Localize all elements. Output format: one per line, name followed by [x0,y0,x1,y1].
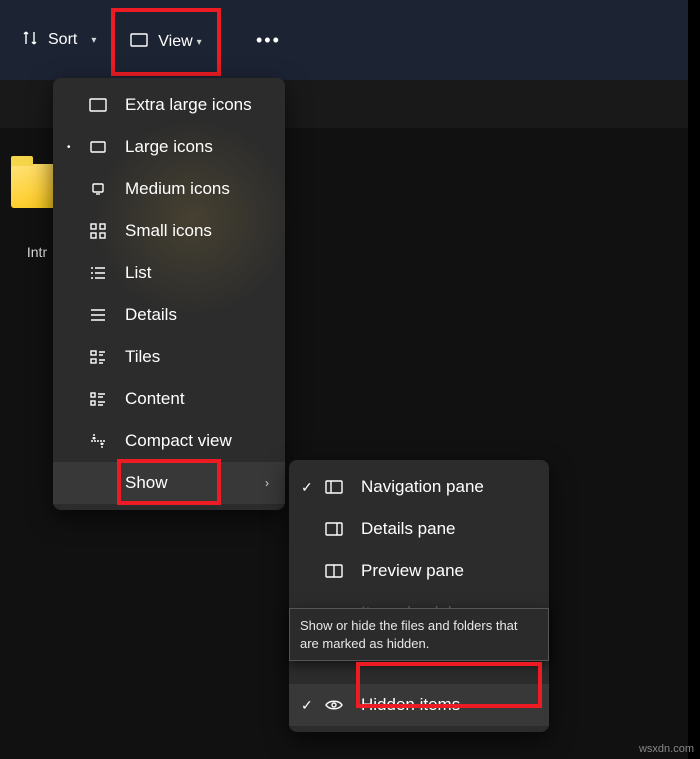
preview-pane-icon [323,564,345,578]
extra-large-icons-icon [87,98,109,112]
menu-label: Details [125,305,177,325]
menu-label: Medium icons [125,179,230,199]
toolbar: Sort ▾ [0,0,688,80]
tooltip-text: Show or hide the files and folders that … [300,618,518,651]
view-label: View [158,33,192,51]
menu-label: Tiles [125,347,160,367]
menu-label: List [125,263,151,283]
menu-item-preview-pane[interactable]: Preview pane [289,550,549,592]
menu-item-show[interactable]: Show › [53,462,285,504]
chevron-down-icon: ▾ [91,35,96,46]
menu-item-details[interactable]: Details [53,294,285,336]
compact-view-icon [87,433,109,449]
medium-icons-icon [87,183,109,195]
menu-label: Content [125,389,185,409]
more-button[interactable]: ••• [248,30,289,51]
sort-label: Sort [48,31,77,49]
menu-label: Extra large icons [125,95,252,115]
view-menu: Extra large icons • Large icons Medium i… [53,78,285,510]
check-icon: ✓ [301,697,313,714]
details-icon [87,308,109,322]
list-icon [87,266,109,280]
view-icon [130,33,148,52]
menu-item-extra-large-icons[interactable]: Extra large icons [53,84,285,126]
menu-item-compact-view[interactable]: Compact view [53,420,285,462]
view-button[interactable]: View ▾ [111,8,221,76]
menu-label: Preview pane [361,561,464,581]
show-submenu: ✓ Navigation pane Details pane Preview p… [289,460,549,732]
submenu-arrow-icon: › [265,476,269,490]
menu-label: Show [125,473,168,493]
details-pane-icon [323,522,345,536]
menu-label: Compact view [125,431,232,451]
small-icons-icon [87,223,109,239]
hidden-items-icon [323,699,345,711]
menu-item-list[interactable]: List [53,252,285,294]
tooltip: Show or hide the files and folders that … [289,608,549,661]
menu-label: Small icons [125,221,212,241]
menu-item-large-icons[interactable]: • Large icons [53,126,285,168]
menu-label: Hidden items [361,695,460,715]
menu-item-medium-icons[interactable]: Medium icons [53,168,285,210]
menu-item-tiles[interactable]: Tiles [53,336,285,378]
check-icon: ✓ [301,479,313,496]
tiles-icon [87,350,109,364]
sort-button[interactable]: Sort ▾ [10,20,108,60]
menu-label: Details pane [361,519,456,539]
menu-label: Large icons [125,137,213,157]
menu-item-content[interactable]: Content [53,378,285,420]
menu-item-details-pane[interactable]: Details pane [289,508,549,550]
selected-indicator-icon: • [67,142,71,153]
menu-label: Navigation pane [361,477,484,497]
content-icon [87,392,109,406]
menu-item-navigation-pane[interactable]: ✓ Navigation pane [289,466,549,508]
watermark: wsxdn.com [639,743,694,755]
menu-item-small-icons[interactable]: Small icons [53,210,285,252]
navigation-pane-icon [323,480,345,494]
menu-item-hidden-items[interactable]: ✓ Hidden items [289,684,549,726]
sort-icon [22,30,38,51]
chevron-down-icon: ▾ [197,37,202,48]
large-icons-icon [87,141,109,153]
